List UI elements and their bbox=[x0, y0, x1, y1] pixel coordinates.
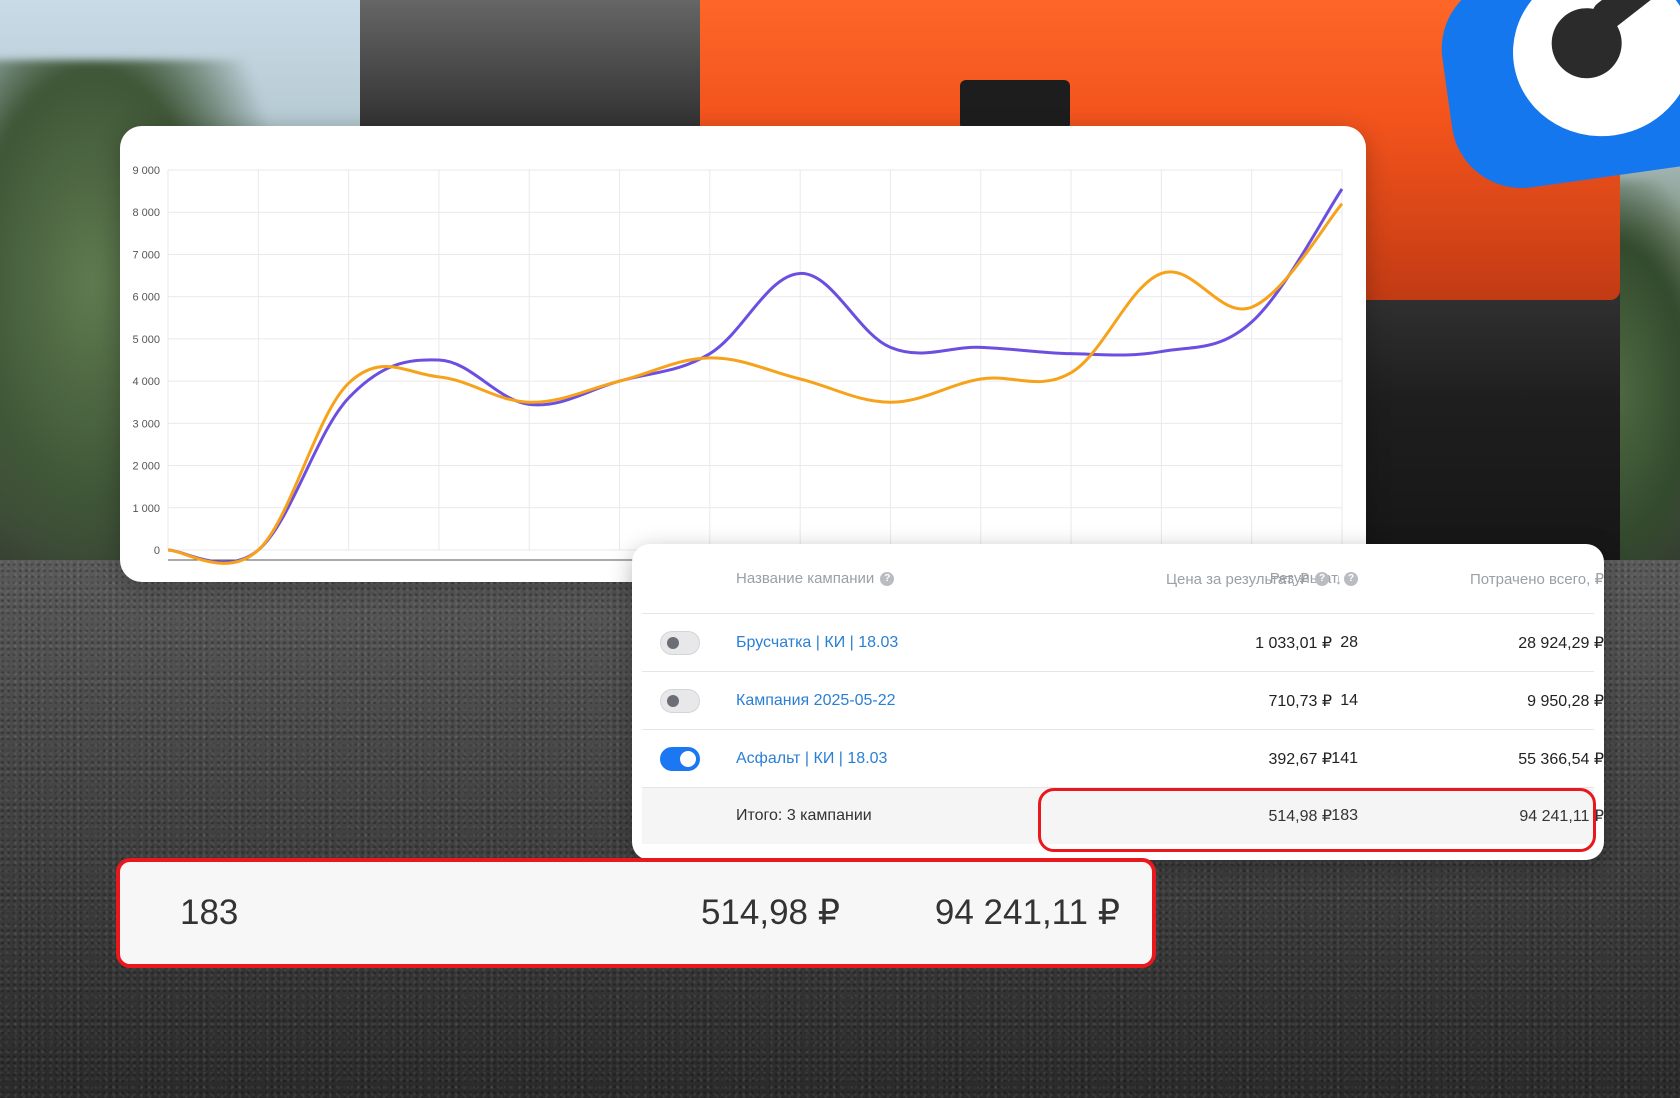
brand-logo-circle bbox=[1501, 0, 1680, 148]
campaign-link[interactable]: Брусчатка | КИ | 18.03 bbox=[736, 634, 898, 652]
row-toggle-cell bbox=[660, 614, 710, 671]
header-spent-label: Потрачено всего, ₽ bbox=[1470, 570, 1604, 588]
campaign-toggle[interactable] bbox=[660, 630, 700, 655]
table-row: Кампания 2025-05-22 14 710,73 ₽ 9 950,28… bbox=[642, 672, 1604, 730]
campaign-name-cell: Кампания 2025-05-22 bbox=[736, 672, 1036, 729]
campaign-name-cell: Асфальт | КИ | 18.03 bbox=[736, 730, 1036, 787]
header-name-label: Название кампании bbox=[736, 570, 875, 587]
campaign-link[interactable]: Асфальт | КИ | 18.03 bbox=[736, 750, 887, 768]
row-toggle-cell bbox=[660, 672, 710, 729]
totals-highlight-frame bbox=[1038, 788, 1596, 852]
row-toggle-cell bbox=[660, 730, 710, 787]
road-roller-window bbox=[960, 80, 1070, 130]
price-cell: 1 033,01 ₽ bbox=[1255, 634, 1332, 652]
y-tick-label: 0 bbox=[154, 545, 160, 557]
campaign-link[interactable]: Кампания 2025-05-22 bbox=[736, 692, 896, 710]
table-header: Название кампании ? Результат ? Цена за … bbox=[642, 544, 1604, 614]
table-row: Брусчатка | КИ | 18.03 28 1 033,01 ₽ 28 … bbox=[642, 614, 1604, 672]
header-spent[interactable]: Потрачено всего, ₽ bbox=[1382, 544, 1604, 613]
header-name[interactable]: Название кампании ? bbox=[736, 544, 1036, 613]
y-tick-label: 8 000 bbox=[132, 207, 160, 219]
y-tick-label: 3 000 bbox=[132, 418, 160, 430]
help-icon[interactable]: ? bbox=[1344, 571, 1358, 586]
y-tick-label: 6 000 bbox=[132, 292, 160, 304]
campaign-toggle[interactable] bbox=[660, 688, 700, 713]
price-cell: 392,67 ₽ bbox=[1268, 750, 1332, 768]
total-label: Итого: 3 кампании bbox=[736, 807, 872, 824]
y-tick-label: 1 000 bbox=[132, 503, 160, 515]
spent-cell: 55 366,54 ₽ bbox=[1518, 750, 1604, 768]
totals-zoom-panel: 183 514,98 ₽ 94 241,11 ₽ bbox=[116, 858, 1156, 968]
y-tick-label: 2 000 bbox=[132, 461, 160, 473]
y-tick-label: 7 000 bbox=[132, 249, 160, 261]
zoom-result: 183 bbox=[180, 893, 239, 932]
campaign-name-cell: Брусчатка | КИ | 18.03 bbox=[736, 614, 1036, 671]
campaign-toggle[interactable] bbox=[660, 746, 700, 771]
y-tick-label: 9 000 bbox=[132, 165, 160, 177]
y-tick-label: 4 000 bbox=[132, 376, 160, 388]
price-cell: 710,73 ₽ bbox=[1268, 692, 1332, 710]
header-price-label: Цена за результат, ₽ bbox=[1165, 570, 1309, 588]
zoom-spent: 94 241,11 ₽ bbox=[934, 893, 1120, 932]
sort-arrow-icon[interactable]: ↓ bbox=[1335, 571, 1342, 587]
header-price[interactable]: Цена за результат, ₽ ? ↓ bbox=[1132, 544, 1342, 613]
y-tick-label: 5 000 bbox=[132, 334, 160, 346]
spent-cell: 9 950,28 ₽ bbox=[1527, 692, 1604, 710]
series-line-1 bbox=[167, 188, 1344, 564]
chart-card: 0 1 000 2 000 3 000 4 000 5 000 6 000 7 000 8 00… bbox=[120, 126, 1366, 582]
help-icon[interactable]: ? bbox=[1315, 571, 1329, 586]
line-chart: 0 1 000 2 000 3 000 4 000 5 000 6 000 7 000 8 00… bbox=[132, 165, 1344, 565]
series-line-2 bbox=[167, 202, 1344, 565]
road-roller-cab bbox=[360, 0, 700, 140]
spent-cell: 28 924,29 ₽ bbox=[1518, 634, 1604, 652]
help-icon[interactable]: ? bbox=[880, 571, 895, 586]
table-row: Асфальт | КИ | 18.03 141 392,67 ₽ 55 366… bbox=[642, 730, 1604, 788]
zoom-price: 514,98 ₽ bbox=[700, 893, 840, 932]
